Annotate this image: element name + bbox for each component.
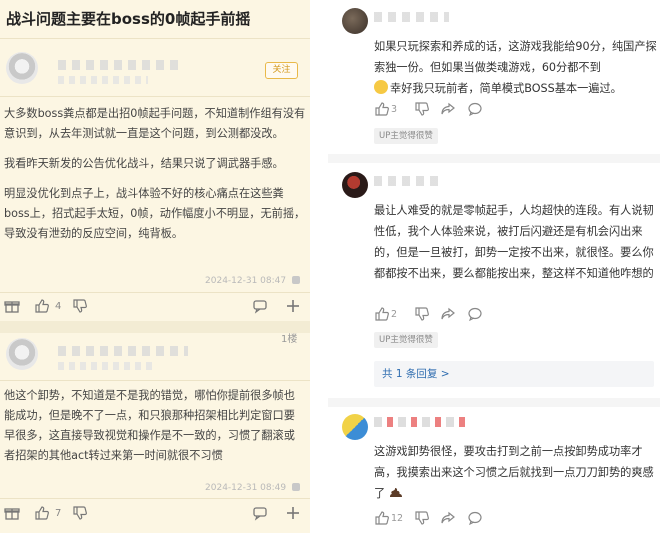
- plus-icon[interactable]: [285, 505, 301, 521]
- reply-action-bar: 7: [0, 505, 310, 525]
- commenter-name-blurred: [374, 417, 469, 427]
- comment-icon[interactable]: [252, 298, 268, 314]
- section-gap: [328, 154, 660, 163]
- like-count: 7: [55, 508, 62, 519]
- android-icon: [292, 276, 300, 284]
- thumb-down-icon[interactable]: [414, 101, 430, 117]
- gift-icon[interactable]: [4, 505, 20, 521]
- share-icon[interactable]: [440, 510, 456, 526]
- thumb-up-icon[interactable]: [34, 298, 50, 314]
- section-gap: [0, 321, 310, 333]
- comment-icon[interactable]: [467, 510, 483, 526]
- thumb-up-icon[interactable]: [374, 101, 390, 117]
- divider: [0, 38, 310, 39]
- thumb-down-icon[interactable]: [72, 298, 88, 314]
- smile-emoji-icon: [374, 80, 388, 94]
- commenter-avatar[interactable]: [342, 414, 368, 440]
- author-name-blurred: [58, 60, 178, 70]
- author-avatar[interactable]: [6, 52, 38, 84]
- reply-author-name-blurred: [58, 346, 188, 356]
- comment-action-bar: 2: [374, 306, 654, 326]
- post-paragraph: 明显没优化到点子上，战斗体验不好的核心痛点在这些粪boss上，招式起手太短，0帧…: [4, 187, 306, 240]
- poop-emoji-icon: [389, 488, 402, 497]
- comment-text: 这游戏卸势很怪，要攻击打到之前一点按卸势成功率才高，我摸索出来这个习惯之后就找到…: [374, 441, 658, 504]
- reply-body: 他这个卸势，不知道是不是我的错觉，哪怕你提前很多帧也能成功，但是晚不了一点，和只…: [4, 389, 295, 462]
- plus-icon[interactable]: [285, 298, 301, 314]
- timestamp-text: 2024-12-31 08:47: [205, 276, 287, 286]
- commenter-name-blurred: [374, 12, 449, 22]
- comment-action-bar: 3: [374, 101, 654, 121]
- view-replies-link[interactable]: 共 1 条回复 >: [374, 361, 654, 387]
- divider: [0, 380, 310, 381]
- left-post-panel: 战斗问题主要在boss的0帧起手前摇 关注 大多数boss粪点都是出招0帧起手问…: [0, 0, 310, 533]
- like-count: 12: [391, 513, 404, 524]
- thumb-up-icon[interactable]: [374, 510, 390, 526]
- post-body: 大多数boss粪点都是出招0帧起手问题，不知道制作组有没有意识到，从去年测试就一…: [4, 104, 306, 254]
- post-paragraph: 大多数boss粪点都是出招0帧起手问题，不知道制作组有没有意识到，从去年测试就一…: [4, 107, 306, 140]
- gift-icon[interactable]: [4, 298, 20, 314]
- thumb-up-icon[interactable]: [34, 505, 50, 521]
- comment-text: 最让人难受的就是零帧起手，人均超快的连段。有人说韧性低，我个人体验来说，被打后闪…: [374, 204, 654, 280]
- share-icon[interactable]: [440, 101, 456, 117]
- divider: [0, 498, 310, 499]
- share-icon[interactable]: [440, 306, 456, 322]
- thumb-down-icon[interactable]: [72, 505, 88, 521]
- comment-text: 如果只玩探索和养成的话，这游戏我能给90分，纯国产探索独一份。但如果当做类魂游戏…: [374, 36, 658, 99]
- floor-number: 1楼: [281, 334, 298, 345]
- like-count: 3: [391, 104, 398, 115]
- up-liked-badge: UP主觉得很赞: [374, 128, 438, 144]
- comment-icon[interactable]: [252, 505, 268, 521]
- commenter-avatar[interactable]: [342, 8, 368, 34]
- post-action-bar: 4: [0, 298, 310, 318]
- divider: [0, 292, 310, 293]
- comment-icon[interactable]: [467, 101, 483, 117]
- section-gap: [328, 398, 660, 407]
- comment-text-part: 幸好我只玩前者，简单模式BOSS基本一遍过。: [390, 82, 622, 95]
- reply-author-meta-blurred: [58, 362, 153, 370]
- author-meta-blurred: [58, 76, 148, 84]
- reply-author-avatar[interactable]: [6, 338, 38, 370]
- comment-action-bar: 12: [374, 510, 654, 530]
- thumb-up-icon[interactable]: [374, 306, 390, 322]
- commenter-name-blurred: [374, 176, 444, 186]
- like-count: 4: [55, 301, 62, 312]
- thumb-down-icon[interactable]: [414, 510, 430, 526]
- post-title: 战斗问题主要在boss的0帧起手前摇: [6, 10, 251, 28]
- comment-text-part: 如果只玩探索和养成的话，这游戏我能给90分，纯国产探索独一份。但如果当做类魂游戏…: [374, 40, 657, 74]
- comment-icon[interactable]: [467, 306, 483, 322]
- right-comments-panel: 如果只玩探索和养成的话，这游戏我能给90分，纯国产探索独一份。但如果当做类魂游戏…: [328, 0, 660, 533]
- like-count: 2: [391, 309, 398, 320]
- android-icon: [292, 483, 300, 491]
- timestamp-text: 2024-12-31 08:49: [205, 483, 287, 493]
- thumb-down-icon[interactable]: [414, 306, 430, 322]
- post-paragraph: 我看昨天新发的公告优化战斗，结果只说了调武器手感。: [4, 157, 284, 170]
- up-liked-badge: UP主觉得很赞: [374, 332, 438, 348]
- reply-timestamp: 2024-12-31 08:49: [205, 483, 300, 493]
- comment-text-part: 这游戏卸势很怪，要攻击打到之前一点按卸势成功率才高，我摸索出来这个习惯之后就找到…: [374, 445, 654, 500]
- divider: [0, 96, 310, 97]
- commenter-avatar[interactable]: [342, 172, 368, 198]
- follow-button[interactable]: 关注: [265, 62, 298, 79]
- post-timestamp: 2024-12-31 08:47: [205, 276, 300, 286]
